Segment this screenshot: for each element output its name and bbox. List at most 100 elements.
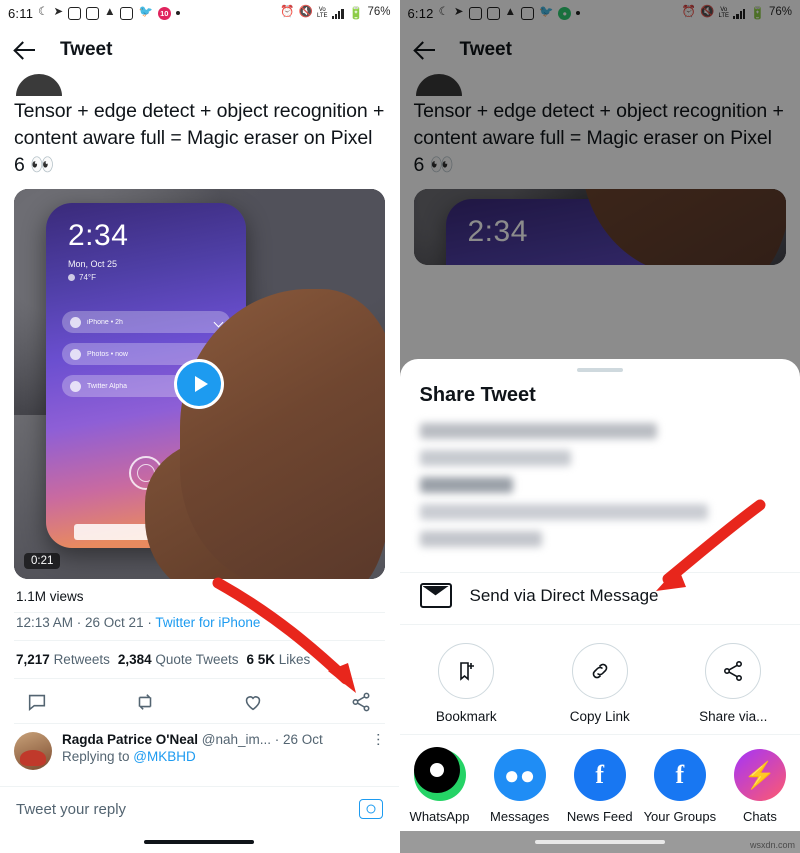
reply-author-handle: @nah_im... (201, 732, 272, 747)
share-target-news-feed[interactable]: f News Feed (560, 749, 640, 825)
linkedin-icon (120, 6, 134, 20)
left-phone-screen: 6:11 ☾ ➤ ▲ 🐦 10 ⏰ 🔇 Vo LTE 🔋 76% Tweet T… (0, 0, 399, 853)
signal-icon (331, 8, 345, 19)
home-indicator[interactable] (144, 840, 255, 844)
page-title: Tweet (60, 39, 113, 60)
chats-label: Chats (742, 809, 777, 824)
twitter-icon: 🐦 (138, 6, 153, 19)
your-groups-label: Your Groups (643, 809, 717, 824)
sheet-grabber[interactable] (576, 368, 623, 372)
blurred-suggestions (400, 419, 800, 572)
share-icon[interactable] (350, 691, 372, 713)
replying-prefix: Replying to (62, 749, 134, 764)
reply-item[interactable]: Ragda Patrice O'Neal @nah_im... · 26 Oct… (0, 724, 399, 772)
phone-temp: 74°F (68, 273, 96, 282)
tweet-actions (0, 679, 399, 723)
right-phone-screen: 6:12 ☾ ➤ ▲ 🐦 ● ⏰ 🔇 Vo LTE 🔋 76% Tweet Te… (398, 0, 800, 853)
battery-percent: 76% (367, 6, 391, 19)
share-bottom-sheet: Share Tweet Send via Direct Message Book… (399, 359, 800, 831)
camera-icon[interactable] (358, 799, 383, 819)
app-bar-left: Tweet (0, 26, 399, 74)
android-icon: ▲ (104, 6, 116, 19)
copy-link-icon (571, 643, 628, 699)
status-bar-left: 6:11 ☾ ➤ ▲ 🐦 10 ⏰ 🔇 Vo LTE 🔋 76% (0, 0, 399, 26)
reply-avatar[interactable] (14, 732, 52, 770)
nav-bar-left (0, 831, 399, 853)
stat-retweets-label: Retweets (53, 652, 110, 667)
alarm-icon: ⏰ (280, 6, 295, 19)
messages-label: Messages (490, 809, 550, 824)
like-icon[interactable] (242, 691, 264, 713)
screen-record-button[interactable] (413, 747, 460, 793)
phone-date: Mon, Oct 25 (68, 259, 118, 269)
copy-link-label: Copy Link (569, 709, 630, 724)
watermark: wsxdn.com (749, 840, 795, 850)
phone-card-1: iPhone • 2h (62, 311, 230, 333)
tweet-media[interactable]: 2:34 Mon, Oct 25 74°F iPhone • 2h Photos… (14, 189, 385, 579)
reply-composer[interactable]: Tweet your reply (0, 786, 399, 831)
blurred-line (419, 423, 658, 439)
share-via-label: Share via... (699, 709, 768, 724)
view-count: 1.1M views (16, 589, 84, 604)
share-via-action[interactable]: Share via... (667, 643, 800, 724)
blurred-line (419, 477, 514, 493)
mute-icon: 🔇 (298, 6, 313, 19)
avatar[interactable] (16, 74, 62, 96)
battery-icon: 🔋 (348, 6, 364, 20)
copy-link-action[interactable]: Copy Link (533, 643, 667, 724)
stat-quotes-label: Quote Tweets (155, 652, 239, 667)
record-dot-icon (429, 763, 444, 777)
stat-retweets[interactable]: 7,217 Retweets (16, 652, 110, 667)
reply-icon[interactable] (26, 691, 48, 713)
news-feed-label: News Feed (566, 809, 633, 824)
sheet-title: Share Tweet (419, 384, 536, 406)
video-duration: 0:21 (24, 553, 61, 569)
home-indicator[interactable] (534, 840, 665, 844)
blurred-line (419, 531, 543, 547)
messenger-icon: ⚡ (733, 749, 786, 801)
status-left-group: 6:11 ☾ ➤ ▲ 🐦 10 (8, 6, 180, 21)
send-via-dm-row[interactable]: Send via Direct Message (400, 573, 800, 624)
mail-icon (419, 583, 452, 608)
phone-card-2-label: Photos • now (87, 350, 128, 358)
screenshot-root: 6:11 ☾ ➤ ▲ 🐦 10 ⏰ 🔇 Vo LTE 🔋 76% Tweet T… (0, 0, 800, 853)
share-target-your-groups[interactable]: f Your Groups (640, 749, 720, 825)
whatsapp-label: WhatsApp (409, 809, 470, 824)
retweet-icon[interactable] (134, 691, 156, 713)
share-target-chats[interactable]: ⚡ Chats (720, 749, 800, 825)
share-target-messages[interactable]: ●● Messages (480, 749, 560, 825)
back-arrow-icon[interactable] (14, 38, 38, 62)
instagram-icon (86, 6, 100, 20)
reply-author-name: Ragda Patrice O'Neal (62, 732, 199, 747)
facebook-icon: f (573, 749, 626, 801)
phone-card-3-label: Twitter Alpha (87, 382, 128, 390)
messages-icon: ●● (493, 749, 546, 801)
bookmark-action[interactable]: Bookmark (400, 643, 534, 724)
phone-clock: 2:34 (68, 219, 129, 252)
reply-author: Ragda Patrice O'Neal @nah_im... · 26 Oct (62, 732, 370, 747)
stat-retweets-count: 7,217 (16, 652, 50, 667)
replying-to-link[interactable]: @MKBHD (133, 749, 195, 764)
tweet-client-link[interactable]: Twitter for iPhone (155, 615, 260, 630)
stat-likes-count: 6 5K (246, 652, 275, 667)
moon-icon: ☾ (38, 6, 49, 19)
bookmark-label: Bookmark (435, 709, 497, 724)
play-button[interactable] (174, 359, 225, 409)
app-share-row: ✆ WhatsApp ●● Messages f News Feed f You… (400, 735, 800, 831)
bookmark-add-icon (438, 643, 495, 699)
dot-icon (175, 11, 180, 15)
blurred-line (419, 504, 708, 520)
stat-quotes-count: 2,384 (117, 652, 152, 667)
more-options-icon[interactable]: … (374, 732, 391, 747)
stat-likes[interactable]: 6 5K Likes (246, 652, 310, 667)
reply-input[interactable]: Tweet your reply (16, 801, 126, 818)
send-via-dm-label: Send via Direct Message (469, 585, 659, 605)
tweet-meta: 12:13 AM · 26 Oct 21 · Twitter for iPhon… (0, 613, 399, 640)
camera-icon (68, 6, 82, 20)
chevron-right-icon: ➤ (53, 6, 64, 19)
notification-badge-icon: 10 (157, 6, 171, 20)
share-via-icon (705, 643, 762, 699)
facebook-groups-icon: f (653, 749, 706, 801)
stat-quotes[interactable]: 2,384 Quote Tweets (118, 652, 239, 667)
nav-bar-right (399, 831, 800, 853)
